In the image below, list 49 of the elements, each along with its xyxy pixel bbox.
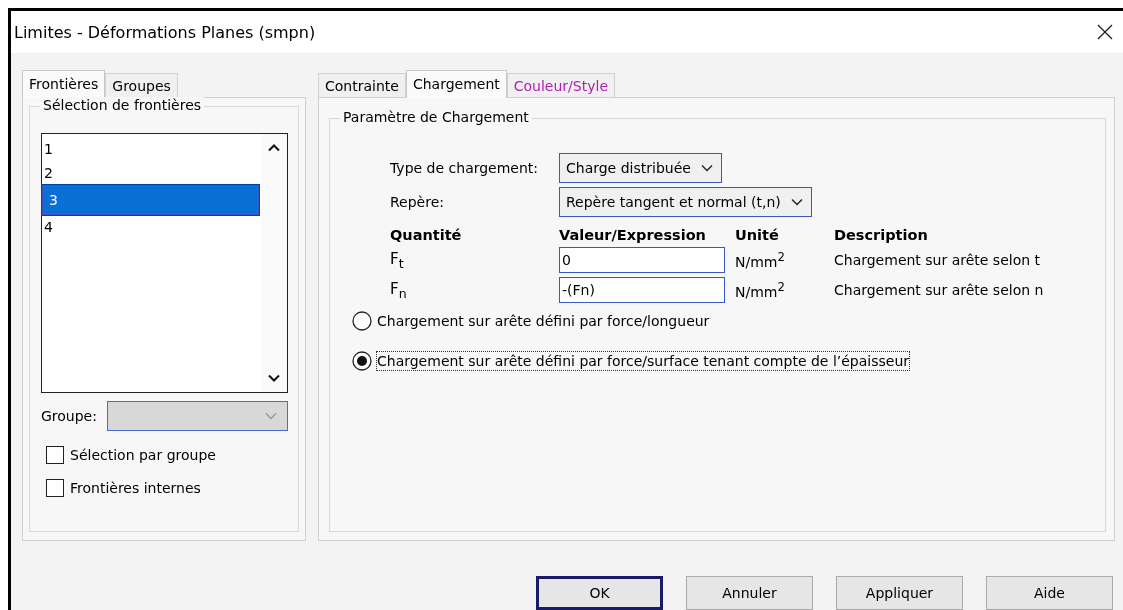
field-label: Groupe: (41, 408, 97, 424)
chevron-icon (700, 164, 713, 172)
tab[interactable]: Chargement (405, 70, 507, 98)
description-text: Chargement sur arête selon n (834, 282, 1045, 298)
scroll-up-icon[interactable] (268, 144, 280, 152)
checkbox-label[interactable]: Frontières internes (70, 480, 201, 496)
window-title: Limites - Déformations Planes (smpn) (14, 22, 316, 42)
value-field[interactable]: -(Fn) (559, 277, 725, 303)
checkbox-label[interactable]: Sélection par groupe (70, 447, 216, 463)
radio-button[interactable] (352, 311, 372, 331)
unit-label: N/mm$^{2}$ (735, 280, 786, 300)
radio-button[interactable] (352, 351, 372, 371)
checkbox[interactable] (46, 479, 64, 497)
value-field[interactable]: 0 (559, 247, 725, 273)
field-label: Type de chargement: (390, 160, 540, 176)
list-item[interactable]: 3 (42, 185, 259, 215)
checkbox[interactable] (46, 446, 64, 464)
column-header: Valeur/Expression (559, 226, 707, 243)
quantity-label: F$_{n}$ (390, 279, 408, 301)
column-header: Unité (735, 226, 780, 243)
tab[interactable]: Contrainte (318, 73, 406, 97)
dialog-button[interactable]: Annuler (686, 576, 813, 610)
scroll-down-icon[interactable] (268, 374, 280, 382)
list-box[interactable]: 1 2 3 4 (41, 133, 288, 393)
radio-label[interactable]: Chargement sur arête défini par force/longueur (376, 311, 711, 331)
tab[interactable]: Frontières (22, 70, 106, 98)
list-item[interactable]: 2 (42, 161, 261, 185)
list-item[interactable]: 1 (42, 137, 261, 161)
dialog-button[interactable]: Appliquer (836, 576, 963, 610)
chevron-icon (265, 412, 277, 420)
quantity-label: F$_{t}$ (390, 249, 405, 271)
unit-label: N/mm$^{2}$ (735, 250, 786, 270)
radio-label[interactable]: Chargement sur arête défini par force/surface tenant compte de l’épaisseur (376, 351, 911, 371)
column-header: Quantité (390, 226, 463, 243)
tab[interactable]: Couleur/Style (506, 73, 615, 97)
group-title: Paramètre de Chargement (340, 109, 532, 125)
chevron-icon (790, 198, 803, 206)
tab[interactable]: Groupes (105, 73, 178, 97)
dialog-button[interactable]: OK (536, 576, 663, 610)
column-header: Description (834, 226, 929, 243)
load-type-dropdown[interactable]: Charge distribuée (559, 153, 722, 183)
dialog-button[interactable]: Aide (986, 576, 1113, 610)
field-label: Repère: (390, 194, 445, 210)
group-title: Sélection de frontières (40, 97, 205, 113)
scrollbar[interactable] (261, 134, 287, 392)
list-item[interactable]: 4 (42, 215, 261, 239)
frame-dropdown[interactable]: Repère tangent et normal (t,n) (559, 187, 812, 217)
description-text: Chargement sur arête selon t (834, 252, 1042, 268)
close-icon[interactable] (1097, 24, 1113, 40)
